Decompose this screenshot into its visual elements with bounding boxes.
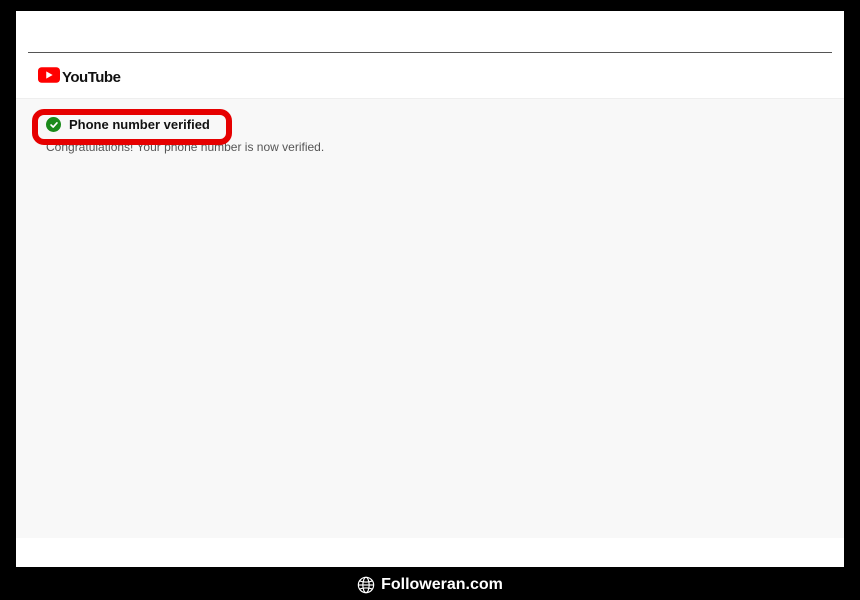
youtube-brand-text: YouTube (62, 69, 120, 86)
globe-icon (357, 576, 375, 594)
checkmark-icon (46, 117, 61, 132)
footer-brand-text: Followeran.com (381, 576, 503, 594)
content-area: Phone number verified Congratulations! Y… (16, 98, 844, 538)
footer-brand: Followeran.com (0, 576, 860, 594)
top-bar (28, 11, 832, 53)
logo-row: YouTube (16, 53, 844, 98)
app-window: YouTube Phone number verified Congratula… (16, 11, 844, 567)
verified-status-row: Phone number verified (46, 117, 814, 132)
verified-title: Phone number verified (69, 117, 210, 132)
youtube-icon (38, 67, 60, 88)
verified-message: Congratulations! Your phone number is no… (46, 140, 814, 154)
